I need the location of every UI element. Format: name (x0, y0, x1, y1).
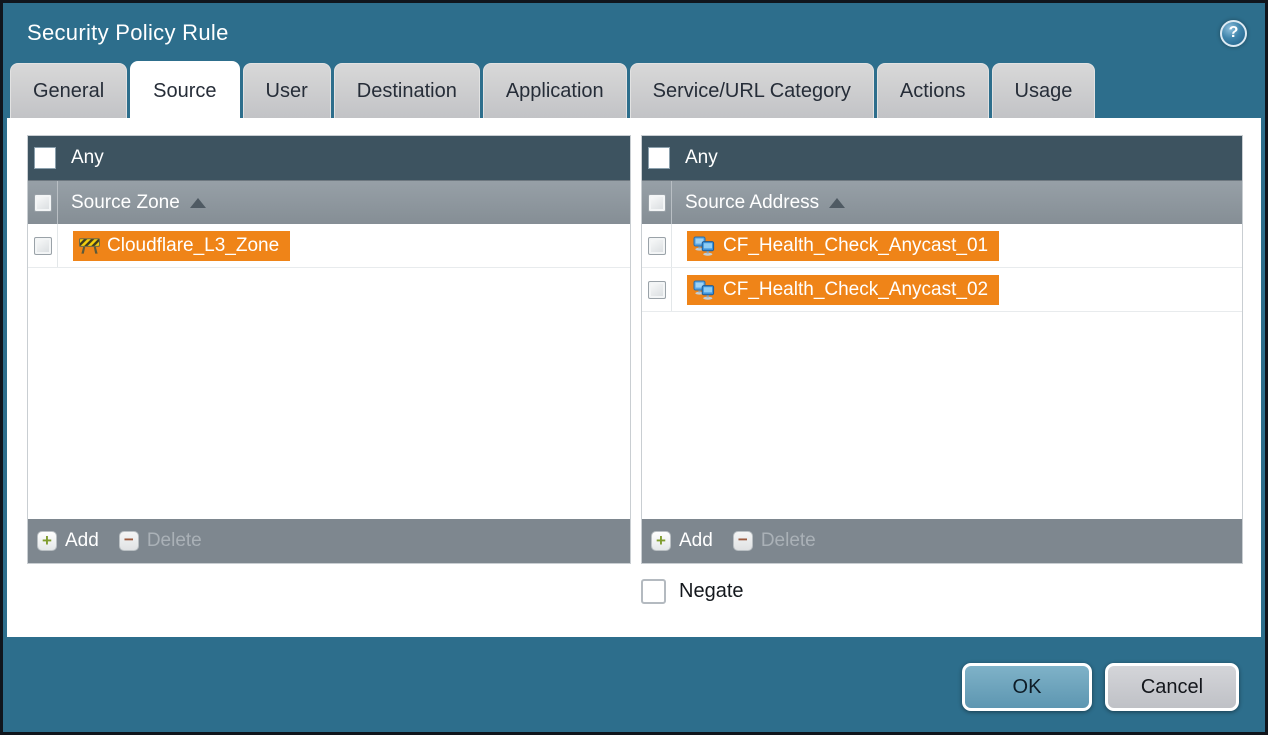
add-zone-button[interactable]: + Add (37, 530, 99, 552)
delete-address-button[interactable]: − Delete (733, 530, 816, 552)
zone-chip[interactable]: Cloudflare_L3_Zone (73, 231, 290, 261)
delete-label: Delete (147, 530, 202, 552)
add-label: Add (679, 530, 713, 552)
address-name: CF_Health_Check_Anycast_01 (723, 235, 988, 257)
source-address-toolbar: + Add − Delete (642, 519, 1242, 563)
add-icon: + (37, 531, 57, 551)
tab-general[interactable]: General (10, 63, 127, 118)
source-address-any-header: Any (642, 136, 1242, 180)
delete-icon: − (733, 531, 753, 551)
tab-source[interactable]: Source (130, 61, 239, 118)
source-tab-content: Any Source Zone (7, 118, 1261, 637)
dialog-title: Security Policy Rule (27, 20, 1220, 46)
source-zone-column-header: Source Zone (28, 180, 630, 224)
help-icon[interactable]: ? (1220, 20, 1247, 47)
source-zone-toolbar: + Add − Delete (28, 519, 630, 563)
ok-button[interactable]: OK (962, 663, 1092, 711)
source-address-column-header: Source Address (642, 180, 1242, 224)
panels-container: Any Source Zone (7, 118, 1261, 564)
tab-usage[interactable]: Usage (992, 63, 1096, 118)
security-policy-rule-dialog: Security Policy Rule ? General Source Us… (0, 0, 1268, 735)
titlebar: Security Policy Rule ? (3, 3, 1265, 63)
tab-application[interactable]: Application (483, 63, 627, 118)
source-zone-any-label: Any (71, 147, 104, 169)
row-checkbox[interactable] (648, 237, 666, 255)
source-zone-sort-header[interactable]: Source Zone (71, 192, 206, 214)
source-address-sort-header[interactable]: Source Address (685, 192, 845, 214)
add-address-button[interactable]: + Add (651, 530, 713, 552)
source-zone-panel: Any Source Zone (27, 135, 631, 564)
add-label: Add (65, 530, 99, 552)
delete-label: Delete (761, 530, 816, 552)
table-row[interactable]: CF_Health_Check_Anycast_02 (642, 268, 1242, 312)
tab-service-url-category[interactable]: Service/URL Category (630, 63, 874, 118)
sort-ascending-icon (829, 198, 845, 208)
row-checkbox[interactable] (34, 237, 52, 255)
tab-bar: General Source User Destination Applicat… (3, 63, 1265, 118)
source-zone-any-checkbox[interactable] (34, 147, 56, 169)
tab-destination[interactable]: Destination (334, 63, 480, 118)
sort-ascending-icon (190, 198, 206, 208)
source-zone-list: Cloudflare_L3_Zone (28, 224, 630, 519)
source-address-select-all-checkbox[interactable] (648, 194, 666, 212)
source-address-column-label: Source Address (685, 192, 819, 214)
source-address-panel: Any Source Address (641, 135, 1243, 564)
cancel-button[interactable]: Cancel (1105, 663, 1239, 711)
add-icon: + (651, 531, 671, 551)
table-row[interactable]: Cloudflare_L3_Zone (28, 224, 630, 268)
address-icon (693, 280, 716, 300)
source-address-any-label: Any (685, 147, 718, 169)
tab-user[interactable]: User (243, 63, 331, 118)
row-checkbox[interactable] (648, 281, 666, 299)
tab-actions[interactable]: Actions (877, 63, 989, 118)
zone-name: Cloudflare_L3_Zone (107, 235, 279, 257)
table-row[interactable]: CF_Health_Check_Anycast_01 (642, 224, 1242, 268)
negate-label: Negate (679, 580, 744, 603)
dialog-footer: OK Cancel (3, 637, 1265, 711)
address-icon (693, 236, 716, 256)
source-zone-any-header: Any (28, 136, 630, 180)
source-zone-select-all-checkbox[interactable] (34, 194, 52, 212)
zone-icon (79, 237, 100, 254)
source-address-list: CF_Health_Check_Anycast_01 (642, 224, 1242, 519)
negate-row: Negate (641, 579, 1261, 604)
source-zone-column-label: Source Zone (71, 192, 180, 214)
negate-checkbox[interactable] (641, 579, 666, 604)
source-address-any-checkbox[interactable] (648, 147, 670, 169)
delete-zone-button[interactable]: − Delete (119, 530, 202, 552)
address-chip[interactable]: CF_Health_Check_Anycast_01 (687, 231, 999, 261)
address-chip[interactable]: CF_Health_Check_Anycast_02 (687, 275, 999, 305)
address-name: CF_Health_Check_Anycast_02 (723, 279, 988, 301)
delete-icon: − (119, 531, 139, 551)
